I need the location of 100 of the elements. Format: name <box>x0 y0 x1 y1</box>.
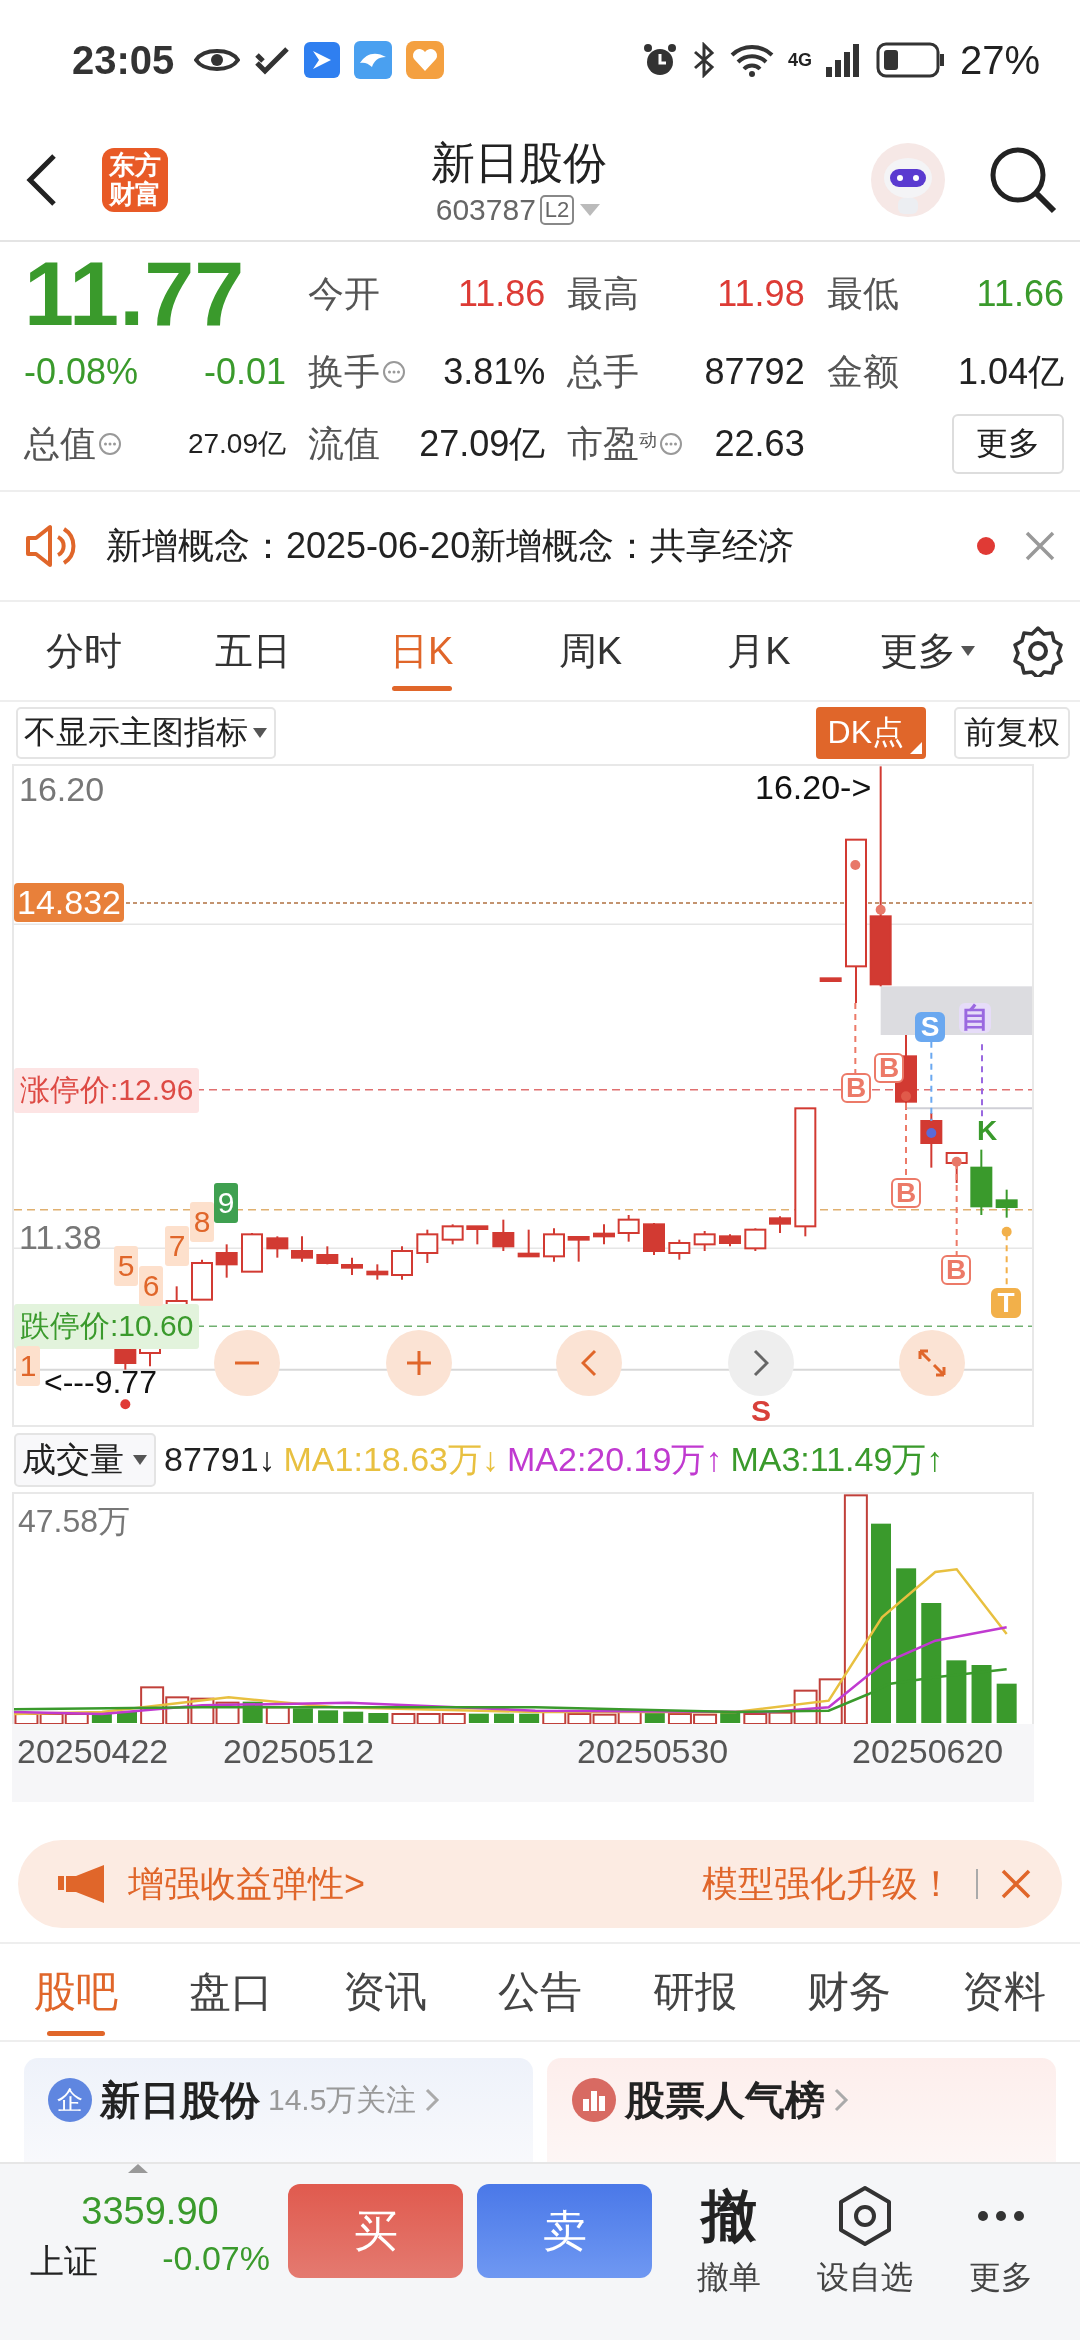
volume-value: 87791↓ <box>164 1440 276 1479</box>
candle <box>567 1236 590 1263</box>
add-watchlist-button[interactable]: 设自选 <box>806 2184 924 2300</box>
wifi-icon <box>729 43 774 77</box>
section-tab[interactable]: 盘口 <box>176 1948 285 2036</box>
card-title: 股票人气榜 <box>625 2076 825 2124</box>
chevron-right-icon <box>833 2087 849 2113</box>
sequence-count: 6 <box>139 1266 163 1306</box>
settings-icon[interactable] <box>1012 625 1065 677</box>
candle <box>391 1245 413 1281</box>
megaphone-icon <box>58 1864 106 1904</box>
signal-marker[interactable]: K <box>972 1116 1002 1146</box>
battery-icon <box>875 42 946 78</box>
candle <box>668 1238 691 1261</box>
info-icon[interactable] <box>659 432 684 456</box>
period-tab[interactable]: 分时 <box>0 611 169 691</box>
more-button[interactable]: 更多 <box>952 414 1064 474</box>
candle <box>191 1258 213 1301</box>
signal-dot <box>120 1399 131 1410</box>
signal-icon <box>825 43 862 77</box>
candle <box>266 1235 289 1259</box>
stat-label: 最高 <box>567 271 640 316</box>
candle <box>492 1218 515 1252</box>
candle <box>744 1227 767 1252</box>
volume-dropdown[interactable]: 成交量 <box>14 1432 156 1487</box>
stat-value: 27.09亿 <box>419 421 546 466</box>
corner-triangle-icon <box>910 742 922 754</box>
promo-text: 模型强化升级！ <box>702 1861 954 1906</box>
signal-dot <box>1001 1226 1012 1237</box>
more-actions-button[interactable]: 更多 <box>942 2184 1060 2300</box>
concept-notice[interactable]: 新增概念：2025-06-20新增概念：共享经济 <box>106 521 948 571</box>
battery-percent: 27% <box>959 37 1040 83</box>
stat-value: 11.98 <box>717 273 805 315</box>
candle <box>517 1228 540 1258</box>
candle <box>466 1225 489 1246</box>
stat-label: 市盈 <box>567 421 640 466</box>
price-axis-label: 11.38 <box>19 1218 102 1257</box>
leader-line <box>854 1002 857 1074</box>
candle <box>719 1233 741 1248</box>
candle <box>617 1214 640 1243</box>
adjust-button[interactable]: 前复权 <box>954 707 1070 759</box>
index-value: 3359.90 <box>81 2190 219 2233</box>
expand-icon <box>918 1349 946 1377</box>
stock-code: 603787 <box>435 192 536 227</box>
app-icon <box>406 41 445 79</box>
high-price-label: 16.20-> <box>755 768 872 807</box>
sequence-count: 7 <box>165 1226 189 1266</box>
stat-label: 总手 <box>567 349 640 394</box>
last-price: 11.77 <box>24 252 246 336</box>
price-axis-label: 16.20 <box>19 770 105 809</box>
candle <box>819 977 842 982</box>
candle <box>215 1243 238 1279</box>
stat-value: 1.04亿 <box>957 349 1064 394</box>
info-icon[interactable] <box>98 432 122 456</box>
more-dots-icon <box>977 2210 1025 2222</box>
scroll-left-icon <box>581 1349 597 1377</box>
stat-value: 27.09亿 <box>187 427 286 461</box>
sequence-count: 9 <box>214 1183 238 1223</box>
candle <box>291 1235 313 1263</box>
period-tab[interactable]: 周K <box>506 611 675 691</box>
section-tab[interactable]: 资讯 <box>331 1948 440 2036</box>
caret-icon[interactable] <box>578 201 603 218</box>
signal-dot <box>926 1128 937 1138</box>
alarm-icon <box>641 42 678 78</box>
period-tab[interactable]: 月K <box>674 611 844 691</box>
signal-dot <box>951 1156 962 1167</box>
zoom-in-icon <box>405 1349 433 1377</box>
sequence-count: 8 <box>190 1202 214 1242</box>
section-tab[interactable]: 公告 <box>485 1948 594 2036</box>
signal-dot <box>901 1091 911 1102</box>
robot-avatar-icon[interactable] <box>870 142 946 218</box>
close-icon[interactable] <box>1024 530 1056 562</box>
info-icon[interactable] <box>382 360 406 384</box>
app-icon <box>304 42 341 78</box>
cancel-order-button[interactable]: 撤 撤单 <box>670 2184 788 2300</box>
search-icon[interactable] <box>988 145 1058 215</box>
candle <box>543 1227 565 1263</box>
candle <box>693 1230 716 1252</box>
index-name: 上证 <box>30 2241 98 2282</box>
section-tab[interactable]: 财务 <box>795 1948 904 2036</box>
sequence-count: 1 <box>16 1346 40 1386</box>
bar-chart-icon <box>571 2077 617 2123</box>
stat-value: 87792 <box>704 351 805 393</box>
date-axis-label: 20250620 <box>852 1732 1004 1771</box>
candle <box>341 1256 363 1276</box>
indicator-dropdown[interactable]: 不显示主图指标 <box>16 707 276 759</box>
period-tab[interactable]: 五日 <box>168 611 338 691</box>
section-tab[interactable]: 研报 <box>640 1948 749 2036</box>
stock-name: 新日股份 <box>431 136 607 189</box>
close-icon[interactable] <box>1000 1868 1032 1900</box>
candle <box>970 1148 993 1216</box>
company-card[interactable]: 企 新日股份 14.5万关注 <box>24 2058 533 2162</box>
section-tab[interactable]: 资料 <box>949 1948 1058 2036</box>
clock-time: 23:05 <box>72 37 175 83</box>
ranking-card[interactable]: 股票人气榜 <box>547 2058 1056 2162</box>
card-title: 新日股份 <box>100 2076 260 2124</box>
caret-icon <box>132 1453 148 1466</box>
chevron-right-icon <box>424 2087 441 2113</box>
network-type: 4G <box>787 49 812 71</box>
period-menu[interactable]: 更多 <box>843 611 1013 691</box>
